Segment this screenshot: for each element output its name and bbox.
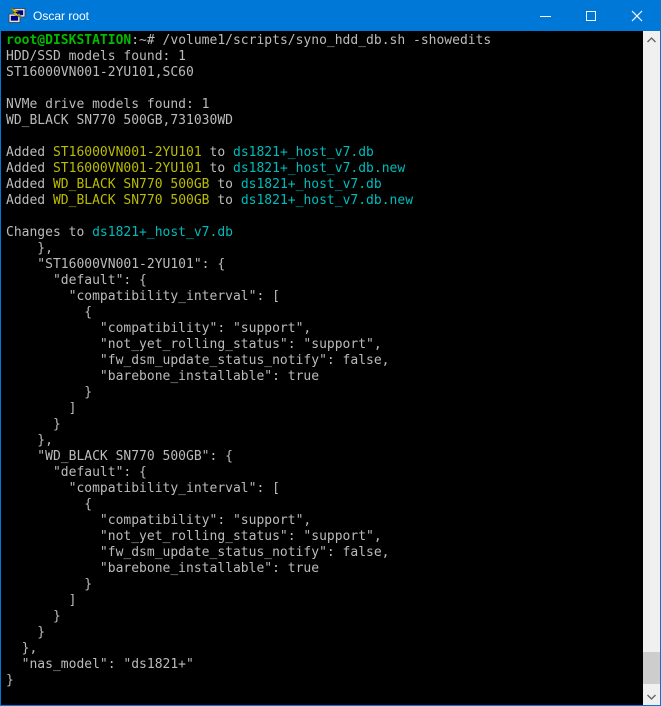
terminal-line: "nas_model": "ds1821+" <box>6 657 643 673</box>
terminal-line: Added WD_BLACK SN770 500GB to ds1821+_ho… <box>6 193 643 209</box>
minimize-icon <box>540 16 551 17</box>
scroll-down-button[interactable] <box>643 688 660 705</box>
close-icon <box>631 10 643 22</box>
terminal-line: } <box>6 673 643 689</box>
terminal-line: } <box>6 577 643 593</box>
terminal-line: "not_yet_rolling_status": "support", <box>6 529 643 545</box>
terminal-line: "ST16000VN001-2YU101": { <box>6 257 643 273</box>
terminal-line: "fw_dsm_update_status_notify": false, <box>6 545 643 561</box>
terminal-line: { <box>6 497 643 513</box>
terminal-line: ] <box>6 593 643 609</box>
putty-terminal-icon[interactable] <box>8 7 26 25</box>
terminal-line: "WD_BLACK SN770 500GB": { <box>6 449 643 465</box>
terminal-line: } <box>6 625 643 641</box>
titlebar[interactable]: Oscar root <box>1 1 660 31</box>
terminal-line: ] <box>6 401 643 417</box>
terminal-line: }, <box>6 241 643 257</box>
terminal-line: { <box>6 305 643 321</box>
terminal-line: }, <box>6 433 643 449</box>
terminal-line: } <box>6 385 643 401</box>
scroll-up-button[interactable] <box>643 31 660 48</box>
terminal-line: "compatibility_interval": [ <box>6 481 643 497</box>
terminal-line <box>6 129 643 145</box>
terminal-line: "default": { <box>6 273 643 289</box>
terminal-line: } <box>6 609 643 625</box>
chevron-up-icon <box>647 37 656 43</box>
terminal-output[interactable]: root@DISKSTATION:~# /volume1/scripts/syn… <box>1 31 643 705</box>
terminal-line: WD_BLACK SN770 500GB,731030WD <box>6 113 643 129</box>
terminal-line: }, <box>6 641 643 657</box>
terminal-line: Added WD_BLACK SN770 500GB to ds1821+_ho… <box>6 177 643 193</box>
terminal-line: NVMe drive models found: 1 <box>6 97 643 113</box>
terminal-line: } <box>6 417 643 433</box>
window-title: Oscar root <box>33 9 522 23</box>
terminal-line: "not_yet_rolling_status": "support", <box>6 337 643 353</box>
terminal-window: Oscar root root@DISKSTATION:~# /volume1/… <box>0 0 661 706</box>
terminal-line: "compatibility": "support", <box>6 513 643 529</box>
terminal-line <box>6 81 643 97</box>
maximize-icon <box>586 11 596 21</box>
terminal-line: "compatibility_interval": [ <box>6 289 643 305</box>
maximize-button[interactable] <box>568 1 614 31</box>
terminal-line: ST16000VN001-2YU101,SC60 <box>6 65 643 81</box>
terminal-line: "fw_dsm_update_status_notify": false, <box>6 353 643 369</box>
minimize-button[interactable] <box>522 1 568 31</box>
scroll-thumb[interactable] <box>643 652 660 684</box>
close-button[interactable] <box>614 1 660 31</box>
terminal-line: Changes to ds1821+_host_v7.db <box>6 225 643 241</box>
chevron-down-icon <box>647 694 656 700</box>
terminal-line: root@DISKSTATION:~# /volume1/scripts/syn… <box>6 33 643 49</box>
scrollbar[interactable] <box>643 31 660 705</box>
terminal-line: Added ST16000VN001-2YU101 to ds1821+_hos… <box>6 145 643 161</box>
terminal-line: HDD/SSD models found: 1 <box>6 49 643 65</box>
terminal-line: "barebone_installable": true <box>6 369 643 385</box>
terminal-line: "barebone_installable": true <box>6 561 643 577</box>
terminal-line <box>6 209 643 225</box>
caption-buttons <box>522 1 660 31</box>
terminal-line: "default": { <box>6 465 643 481</box>
terminal-line: "compatibility": "support", <box>6 321 643 337</box>
terminal-line: Added ST16000VN001-2YU101 to ds1821+_hos… <box>6 161 643 177</box>
